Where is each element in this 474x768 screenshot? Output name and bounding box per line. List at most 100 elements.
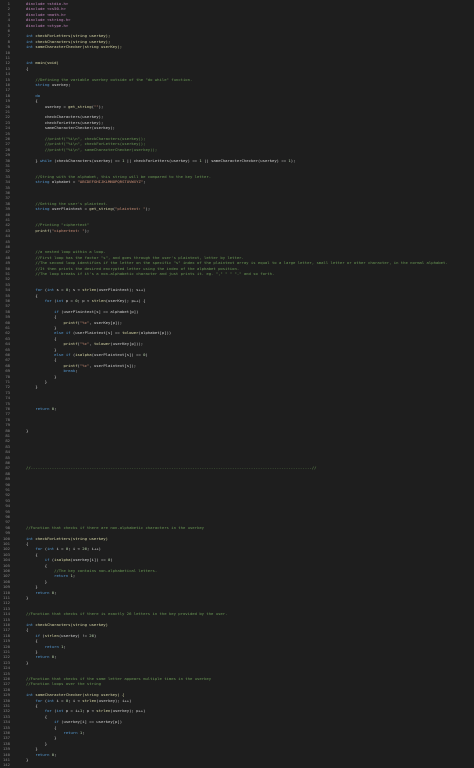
code-line[interactable]: return 0; (26, 406, 56, 411)
code-token: } (26, 584, 38, 590)
code-token: (userKey[p])); (110, 341, 144, 347)
code-token: } (26, 346, 57, 352)
code-token: ; (143, 179, 146, 185)
code-line[interactable]: sameCharacterChecker(userkey); (26, 125, 115, 130)
code-token: //The key contains non-alphabetical lett… (26, 568, 158, 573)
line-number-gutter: 1 2 3 4 5 6 7 8 9 10 11 12 13 14 15 16 17 18 19 20 21 22 23 24 2… (0, 0, 12, 767)
code-token: for (26, 697, 45, 703)
code-line[interactable]: } (26, 428, 28, 433)
code-token: } (26, 659, 29, 665)
code-token: isalpha (75, 352, 92, 357)
code-line[interactable]: //The loop breaks if it's a non-alphabet… (26, 271, 274, 276)
code-token: } (26, 595, 29, 600)
code-token: int (26, 692, 36, 698)
code-line[interactable]: string userPlaintext = get_string("plain… (26, 206, 150, 211)
code-area[interactable]: #include <stdio.h> #include <cs50.h> #incl… (12, 1, 472, 762)
code-line[interactable]: for (int i = 0; i < strlen(userkey); i++… (26, 698, 131, 703)
code-line[interactable]: } (26, 660, 28, 665)
code-token: (userkey) != (58, 632, 90, 638)
code-token: ; p < (82, 708, 97, 714)
code-token: string (26, 206, 52, 212)
code-token: userPlaintext = (51, 206, 90, 212)
code-token: (userkey[i]) == (70, 557, 109, 563)
code-line[interactable]: printf("ciphertext: "); (26, 228, 89, 233)
code-token: //Function that checks if there is exact… (26, 611, 228, 617)
code-token: { (26, 292, 38, 298)
code-token: return (26, 589, 52, 595)
code-line[interactable]: return 0; (26, 654, 56, 659)
code-token: strlen (91, 298, 106, 303)
code-token: checkCharacters(userkey); (26, 114, 104, 120)
code-token: } (26, 157, 41, 163)
code-line[interactable]: } (26, 757, 28, 762)
code-token: if (26, 557, 52, 563)
code-line[interactable]: return 0; (26, 590, 56, 595)
code-token: ; (54, 654, 57, 660)
code-line[interactable]: } (26, 384, 37, 389)
code-token: } (26, 379, 48, 384)
code-token: } (26, 325, 57, 330)
code-token: ); (98, 103, 104, 109)
code-token: (checkCharacters(userkey) == (51, 157, 123, 163)
code-line[interactable]: for (int s = 0; s < strlen(userPlaintext… (26, 287, 145, 293)
code-line[interactable]: userkey = get_string(""); (26, 103, 104, 109)
code-token: printf (35, 227, 50, 233)
code-token: ; s < (68, 287, 83, 293)
code-token: sameCharacterChecker(string userkey) { (35, 692, 125, 698)
code-token: get_string (68, 103, 92, 109)
code-line[interactable]: string alphabet = "ABCDEFGHIJKLMNOPQRSTU… (26, 179, 146, 185)
code-token: { (26, 562, 48, 568)
code-token: } (26, 373, 57, 379)
code-line[interactable]: int main(void) (26, 60, 59, 65)
code-token: { (26, 551, 38, 557)
code-line[interactable]: //--------------------------------------… (26, 465, 316, 470)
code-token: "%c" (79, 319, 90, 325)
code-token: checkCharacters(string userkey) (35, 622, 108, 627)
code-line[interactable]: #include <ctype.h> (26, 23, 68, 28)
code-line[interactable]: //printf("%i\n", sameCharacterChecker(us… (26, 147, 157, 152)
code-token: (userPlaintext[s] == alphabet[p]) (61, 308, 139, 314)
code-token: checkCharacters(string userkey); (35, 38, 111, 44)
code-token: int (56, 708, 66, 714)
code-token: //Printing "ciphertext" (26, 222, 90, 228)
code-line[interactable]: } while (checkCharacters(userkey) == 1 |… (26, 158, 295, 163)
code-token: ); (145, 206, 151, 212)
code-token: tolower (122, 330, 139, 336)
code-line[interactable]: } (26, 595, 28, 600)
code-line[interactable]: return 0; (26, 752, 56, 757)
code-line[interactable]: //Function loops over the string (26, 681, 101, 686)
code-line[interactable]: for (int p = 0; p < strlen(userKey); p++… (26, 298, 146, 303)
code-token: printf (63, 341, 78, 347)
code-token: ; (82, 730, 85, 735)
code-token: for (26, 546, 45, 552)
code-line[interactable]: int sameCharacterChecker(string userKey)… (26, 44, 122, 49)
code-line[interactable]: int checkForLetters(string userkey) (26, 536, 108, 541)
code-token: //The loop breaks if it's a non-alphabet… (26, 271, 275, 276)
code-token: i = (56, 697, 66, 703)
code-token: //First loop has the factor "s", and goe… (26, 254, 244, 260)
code-token: #include <ctype.h> (26, 22, 69, 28)
code-token: else if (26, 352, 73, 357)
code-line[interactable]: { (26, 66, 28, 71)
code-line[interactable]: int checkCharacters(string userkey) (26, 622, 108, 627)
code-token: ; (54, 589, 57, 595)
code-editor[interactable]: 1 2 3 4 5 6 7 8 9 10 11 12 13 14 15 16 17 18 19 20 21 22 23 24 2… (0, 0, 474, 767)
code-token: } (26, 740, 48, 746)
code-token: //Getting the user's plaintext. (26, 200, 108, 206)
code-token: (userPlaintext[s] == (72, 330, 123, 336)
code-token: //printf("%i\n", sameCharacterChecker(us… (26, 146, 158, 152)
code-token: (userkey[i] == userkey[p]) (61, 719, 123, 725)
code-token: return (26, 730, 80, 735)
code-token: { (26, 98, 38, 104)
code-line[interactable]: //Function that checks if there is exact… (26, 611, 227, 616)
code-token: strlen (96, 708, 111, 714)
code-line[interactable]: //Function that checks if there are non-… (26, 525, 204, 530)
code-token: ; i < (68, 697, 83, 703)
code-token: (userkey); i++) (96, 697, 132, 703)
code-token: if (26, 308, 62, 314)
code-token: ) (145, 352, 148, 357)
code-line[interactable]: string userkey; (26, 82, 70, 87)
code-token: ; (63, 643, 66, 649)
